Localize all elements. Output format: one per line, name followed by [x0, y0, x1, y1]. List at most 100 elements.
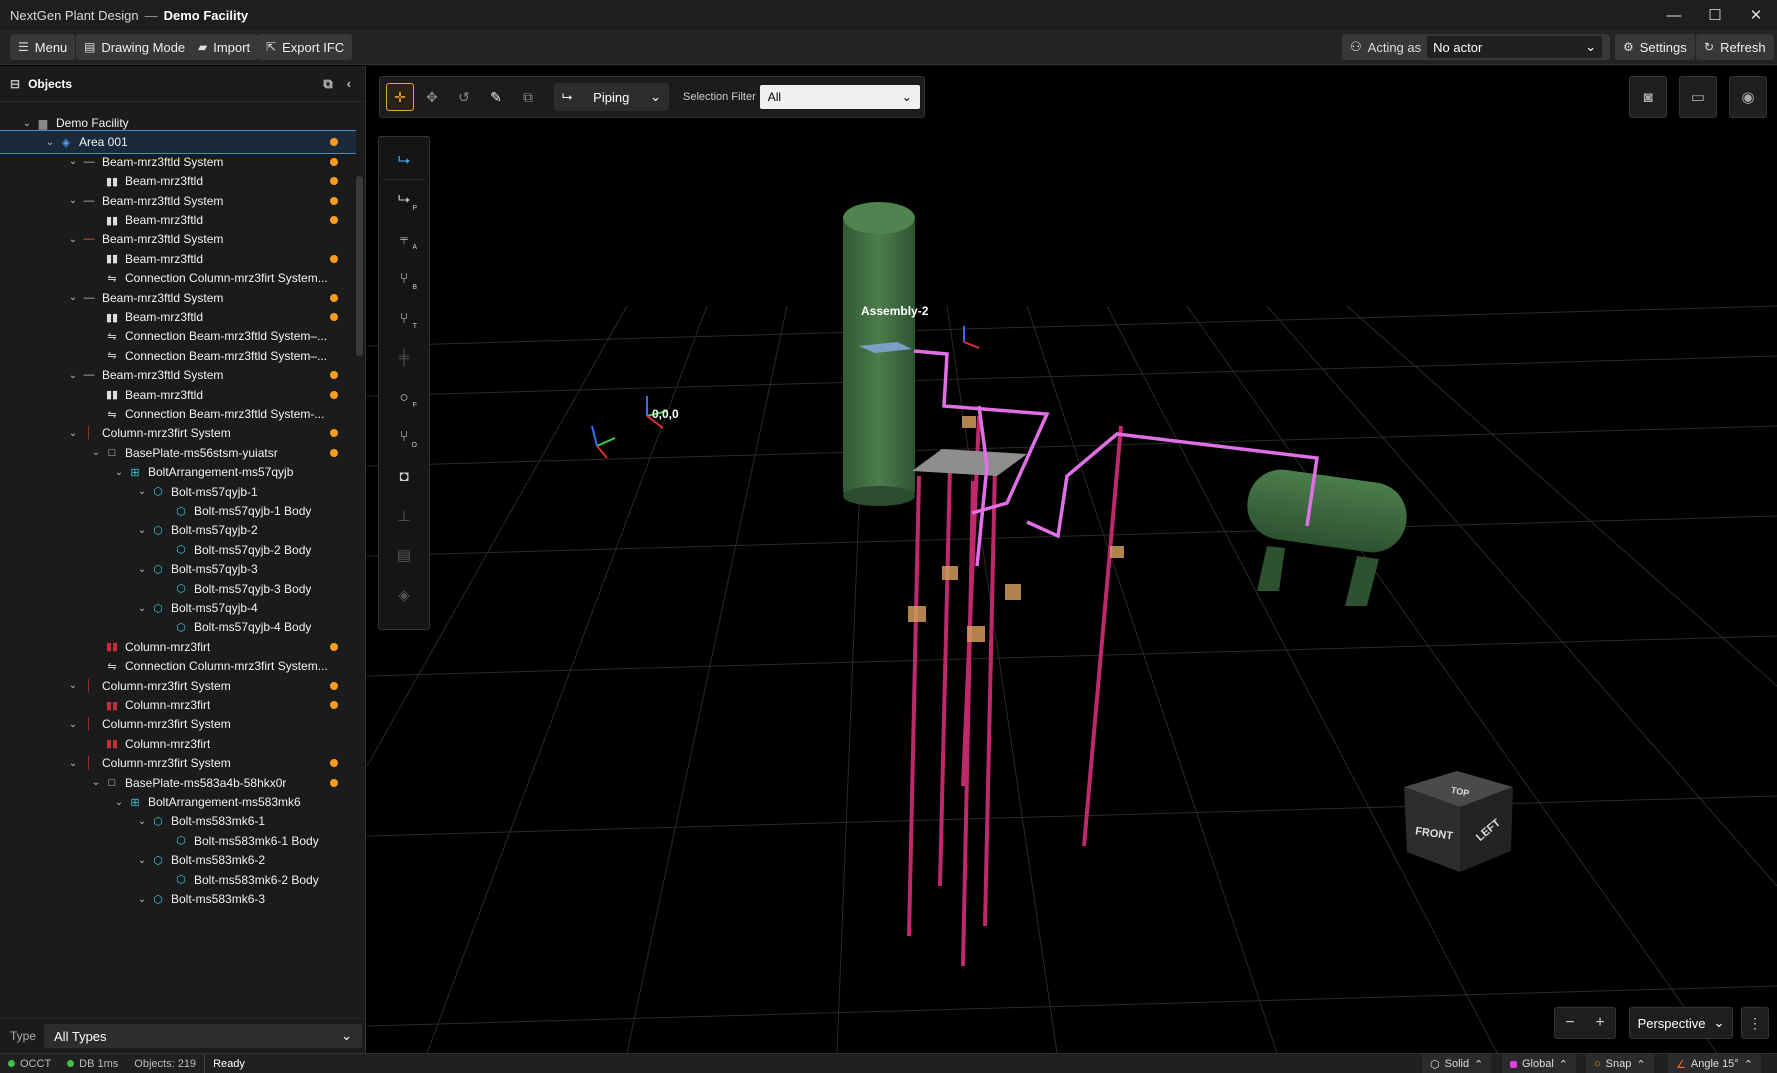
mode-select[interactable]: ⮡ Piping ⌄: [554, 83, 669, 111]
tree-item-label: Beam-mrz3ftld: [125, 251, 204, 266]
pop-out-icon[interactable]: ⧉: [323, 76, 332, 92]
screenshot-button[interactable]: ◙: [1629, 76, 1667, 118]
move-icon: ✥: [426, 88, 438, 105]
acting-as-group: ⚇ Acting as No actor ⌄: [1342, 34, 1611, 60]
select-tool[interactable]: ✛: [386, 83, 414, 111]
tree-item-label: Bolt-ms583mk6-1: [171, 814, 266, 829]
chevron-down-icon[interactable]: ⌄: [66, 292, 80, 303]
modified-indicator: [330, 138, 338, 147]
bolt-icon: ⬡: [176, 544, 186, 557]
chevron-down-icon[interactable]: ⌄: [66, 370, 80, 381]
document-tool[interactable]: ▤: [389, 540, 419, 570]
pipe-b-tool[interactable]: ⑂ B: [389, 264, 419, 294]
main-toolbar: ☰ Menu ▤ Drawing Mode ▰ Import ⇱ Export …: [0, 30, 1777, 65]
pipe-route-tool[interactable]: ⮡: [383, 145, 425, 180]
chevron-down-icon[interactable]: ⌄: [66, 195, 80, 206]
render-mode-toggle[interactable]: ⬡ Solid ⌃: [1422, 1054, 1492, 1073]
chevron-down-icon[interactable]: ⌄: [112, 467, 126, 478]
pipe-icon: ⮡: [562, 89, 573, 104]
rotate-tool[interactable]: ↺: [450, 83, 478, 111]
chevron-down-icon[interactable]: ⌄: [135, 855, 149, 866]
tree-scrollbar[interactable]: [356, 176, 363, 356]
column-frame[interactable]: [907, 415, 1123, 967]
chevron-down-icon[interactable]: ⌄: [66, 428, 80, 439]
chevron-down-icon[interactable]: ⌄: [89, 777, 103, 788]
copy-tool[interactable]: ⧉: [514, 83, 542, 111]
chevron-down-icon[interactable]: ⌄: [89, 447, 103, 458]
pipe-p-tool[interactable]: ⮡ P: [389, 185, 419, 215]
chevron-down-icon[interactable]: ⌄: [66, 156, 80, 167]
zoom-in-button[interactable]: +: [1595, 1014, 1604, 1032]
tree-item-label: BoltArrangement-ms57qyjb: [148, 465, 294, 480]
vertical-vessel[interactable]: [843, 202, 915, 506]
chevron-down-icon[interactable]: ⌄: [66, 234, 80, 245]
menu-button[interactable]: ☰ Menu: [10, 34, 76, 60]
clipboard-button[interactable]: ▭: [1679, 76, 1717, 118]
valve-tool[interactable]: ⊥: [389, 501, 419, 531]
hamburger-icon: ☰: [18, 40, 29, 54]
measure-tool[interactable]: ✎: [482, 83, 510, 111]
cube-tool[interactable]: ◈: [389, 580, 419, 610]
chevron-down-icon[interactable]: ⌄: [135, 603, 149, 614]
bolt-icon: ⬡: [153, 602, 163, 615]
flange-tool[interactable]: ○ F: [389, 382, 419, 412]
close-button[interactable]: ✕: [1737, 0, 1775, 30]
modified-indicator: [330, 642, 338, 651]
pipe-t-tool[interactable]: ⑂ T: [389, 303, 419, 333]
drawing-mode-button[interactable]: ▤ Drawing Mode: [76, 34, 194, 60]
tree-item[interactable]: ⌄ ⬡ Bolt-ms583mk6-3: [0, 888, 356, 910]
actor-select[interactable]: No actor ⌄: [1427, 36, 1603, 58]
status-bar: OCCT DB 1ms Objects: 219 Ready ⬡ Solid ⌃…: [0, 1053, 1777, 1073]
import-button[interactable]: ▰ Import: [190, 34, 259, 60]
chevron-down-icon[interactable]: ⌄: [135, 894, 149, 905]
selection-filter-select[interactable]: All ⌄: [759, 85, 920, 109]
chevron-down-icon[interactable]: ⌄: [135, 564, 149, 575]
export-ifc-button[interactable]: ⇱ Export IFC: [258, 34, 353, 60]
more-options-button[interactable]: ⋮: [1741, 1007, 1769, 1039]
navigation-cube[interactable]: TOP FRONT LEFT: [1404, 771, 1513, 872]
projection-value: Perspective: [1637, 1015, 1706, 1031]
chevron-down-icon[interactable]: ⌄: [20, 118, 34, 129]
move-tool[interactable]: ✥: [418, 83, 446, 111]
nozzle-tool[interactable]: ◘: [389, 461, 419, 491]
tree-item-label: Beam-mrz3ftld System: [102, 154, 224, 169]
snap-toggle[interactable]: ○ Snap ⌃: [1586, 1054, 1654, 1073]
chevron-down-icon[interactable]: ⌄: [135, 816, 149, 827]
tree-item-label: Column-mrz3firt System: [102, 756, 231, 771]
bolt-icon: ⬡: [176, 621, 186, 634]
type-select[interactable]: All Types ⌄: [44, 1024, 363, 1048]
coordinate-system-toggle[interactable]: Global ⌃: [1502, 1054, 1577, 1073]
pipe-a-icon: ⫧: [399, 230, 409, 248]
minimize-button[interactable]: —: [1655, 0, 1693, 30]
settings-label: Settings: [1639, 39, 1687, 55]
horizontal-vessel[interactable]: [1243, 465, 1411, 606]
coordinate-label: Global: [1522, 1058, 1554, 1070]
chevron-down-icon[interactable]: ⌄: [43, 137, 57, 148]
chevron-down-icon[interactable]: ⌄: [135, 525, 149, 536]
refresh-button[interactable]: ↻ Refresh: [1696, 34, 1774, 60]
tree-item-label: Bolt-ms57qyjb-2: [171, 523, 258, 538]
maximize-button[interactable]: ☐: [1696, 0, 1734, 30]
beam-icon: ▮▮: [105, 311, 119, 324]
chevron-up-icon: ⌃: [1636, 1058, 1646, 1071]
pipe-o-tool[interactable]: ⑂ O: [389, 422, 419, 452]
scene-canvas[interactable]: Assembly-2 0,0,0 TOP FRONT LEFT: [367, 66, 1777, 1053]
visibility-button[interactable]: ◉: [1729, 76, 1767, 118]
chevron-down-icon[interactable]: ⌄: [135, 486, 149, 497]
3d-viewport[interactable]: Assembly-2 0,0,0 TOP FRONT LEFT ✛ ✥ ↺ ✎ …: [367, 66, 1777, 1053]
platform[interactable]: [912, 449, 1027, 476]
pipe-joint-tool[interactable]: ╪: [389, 343, 419, 373]
angle-toggle[interactable]: ∠ Angle 15° ⌃: [1668, 1054, 1761, 1073]
column-system-icon: │: [85, 757, 93, 770]
chevron-down-icon[interactable]: ⌄: [112, 797, 126, 808]
projection-select[interactable]: Perspective ⌄: [1629, 1007, 1733, 1039]
zoom-out-button[interactable]: −: [1565, 1014, 1574, 1032]
chevron-down-icon[interactable]: ⌄: [66, 758, 80, 769]
pipe-a-tool[interactable]: ⫧ A: [389, 224, 419, 254]
chevron-down-icon[interactable]: ⌄: [66, 719, 80, 730]
engine-status: OCCT: [0, 1054, 59, 1073]
bolt-icon: ⬡: [176, 583, 186, 596]
settings-button[interactable]: ⚙ Settings: [1615, 34, 1695, 60]
chevron-down-icon[interactable]: ⌄: [66, 680, 80, 691]
collapse-panel-icon[interactable]: ‹: [347, 76, 351, 92]
